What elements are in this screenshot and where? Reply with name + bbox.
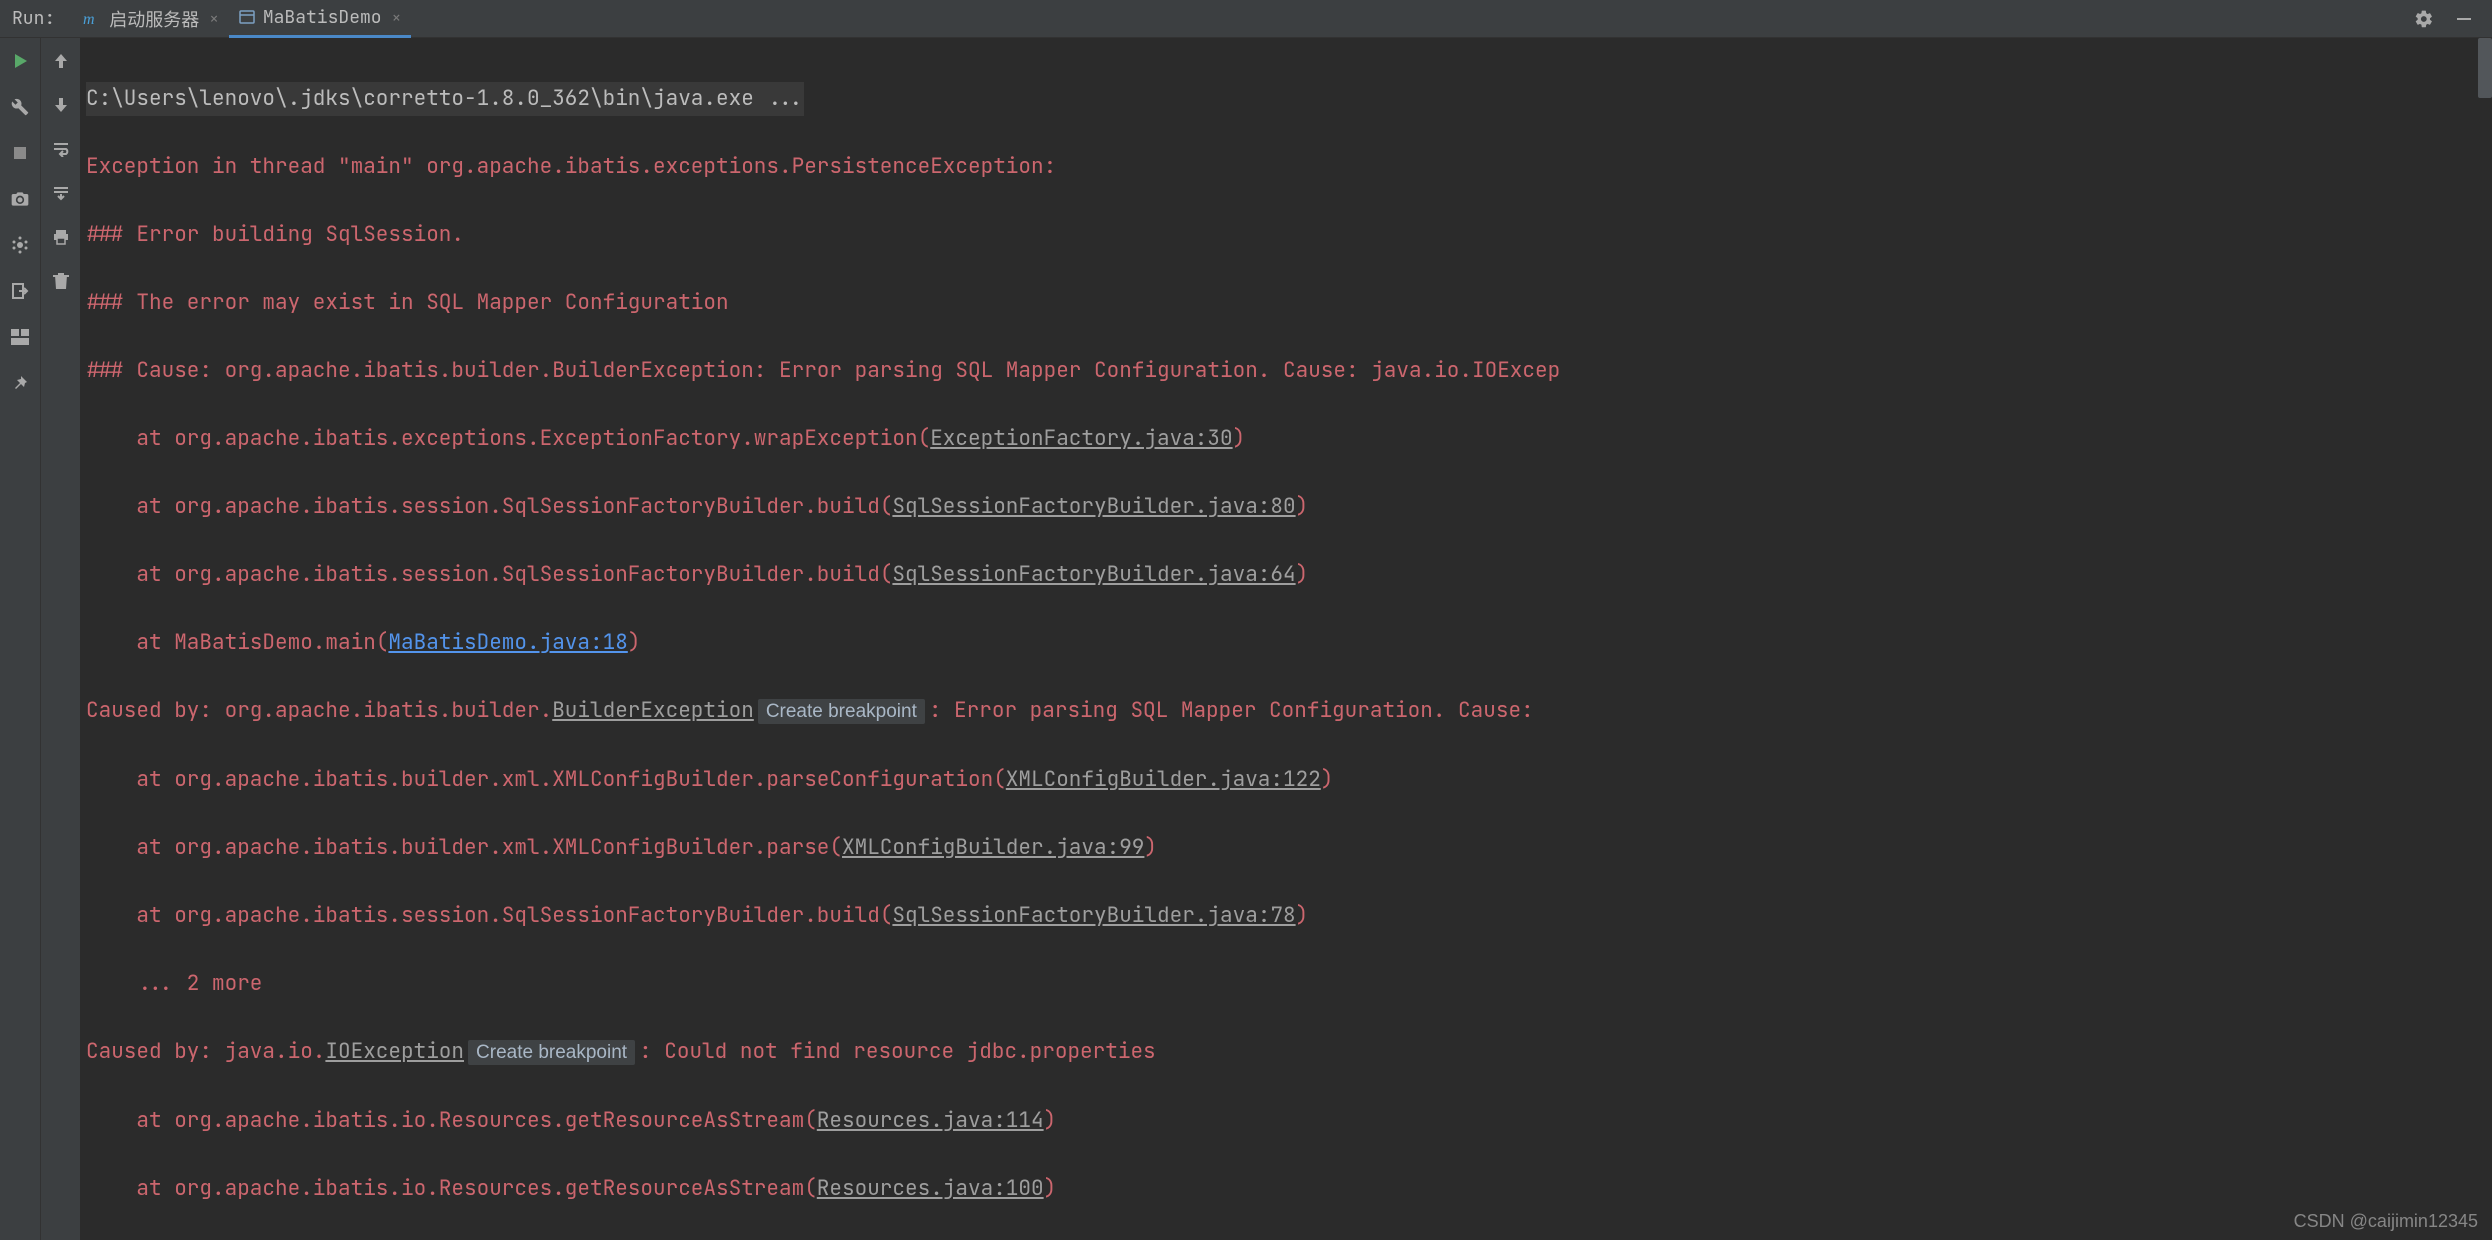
run-toolbar: Run: m 启动服务器 × MaBatisDemo × [0,0,2492,38]
svg-text:m: m [83,11,95,28]
up-arrow-icon[interactable] [48,48,74,74]
scroll-to-end-icon[interactable] [48,180,74,206]
down-arrow-icon[interactable] [48,92,74,118]
stderr-line: Caused by: org.apache.ibatis.builder. [86,697,552,724]
source-link[interactable]: MaBatisDemo.java:18 [388,629,627,656]
tab-mabatisdemo[interactable]: MaBatisDemo × [229,0,411,38]
wrench-icon[interactable] [7,94,33,120]
vertical-scrollbar[interactable] [2478,38,2492,98]
stderr-line: Exception in thread "main" org.apache.ib… [86,150,2492,184]
stderr-line: ### The error may exist in SQL Mapper Co… [86,286,2492,320]
left-gutter-1 [0,38,40,1240]
maven-icon: m [83,10,101,28]
stderr-line: at org.apache.ibatis.session.SqlSessionF… [86,493,892,520]
stop-icon[interactable] [7,140,33,166]
stderr-line: ### Cause: org.apache.ibatis.builder.Bui… [86,354,2492,388]
console-output[interactable]: C:\Users\lenovo\.jdks\corretto-1.8.0_362… [80,38,2492,1240]
run-label: Run: [12,7,55,30]
source-link[interactable]: XMLConfigBuilder.java:122 [1006,766,1321,793]
exception-link[interactable]: IOException [325,1038,464,1065]
source-link[interactable]: ExceptionFactory.java:30 [930,425,1232,452]
stderr-line: at org.apache.ibatis.builder.xml.XMLConf… [86,766,1006,793]
tab-label: 启动服务器 [109,6,199,32]
command-line: C:\Users\lenovo\.jdks\corretto-1.8.0_362… [86,82,804,116]
source-link[interactable]: SqlSessionFactoryBuilder.java:80 [892,493,1295,520]
tab-label: MaBatisDemo [263,6,382,29]
exception-link[interactable]: BuilderException [552,697,754,724]
exitcode-icon[interactable] [7,278,33,304]
minimize-icon[interactable] [2450,5,2478,33]
print-icon[interactable] [48,224,74,250]
source-link[interactable]: SqlSessionFactoryBuilder.java:64 [892,561,1295,588]
source-link[interactable]: Resources.java:114 [817,1107,1044,1134]
layout-icon[interactable] [7,324,33,350]
source-link[interactable]: Resources.java:100 [817,1175,1044,1202]
stderr-line: at org.apache.ibatis.session.SqlSessionF… [86,902,892,929]
stderr-line: at org.apache.ibatis.io.Resources.getRes… [86,1175,817,1202]
stderr-line: at org.apache.ibatis.session.SqlSessionF… [86,561,892,588]
close-icon[interactable]: × [209,8,219,29]
tab-launch-server[interactable]: m 启动服务器 × [73,0,229,38]
stderr-line: at org.apache.ibatis.exceptions.Exceptio… [86,425,930,452]
source-link[interactable]: XMLConfigBuilder.java:99 [842,834,1144,861]
create-breakpoint-button[interactable]: Create breakpoint [468,1040,635,1065]
watermark: CSDN @caijimin12345 [2294,1211,2478,1232]
pin-icon[interactable] [7,370,33,396]
soft-wrap-icon[interactable] [48,136,74,162]
rerun-icon[interactable] [7,48,33,74]
stderr-line: Caused by: java.io. [86,1038,325,1065]
stderr-line: at org.apache.ibatis.builder.xml.XMLConf… [86,834,842,861]
profiler-icon[interactable] [7,232,33,258]
create-breakpoint-button[interactable]: Create breakpoint [758,699,925,724]
source-link[interactable]: SqlSessionFactoryBuilder.java:78 [892,902,1295,929]
stderr-line: ### Error building SqlSession. [86,218,2492,252]
trash-icon[interactable] [48,268,74,294]
close-icon[interactable]: × [392,7,402,28]
stderr-line: at org.apache.ibatis.io.Resources.getRes… [86,1107,817,1134]
stderr-line: ... 2 more [86,967,2492,1001]
settings-icon[interactable] [2410,5,2438,33]
stderr-line: at MaBatisDemo.main( [86,629,388,656]
application-icon [239,9,255,25]
camera-icon[interactable] [7,186,33,212]
left-gutter-2 [40,38,80,1240]
